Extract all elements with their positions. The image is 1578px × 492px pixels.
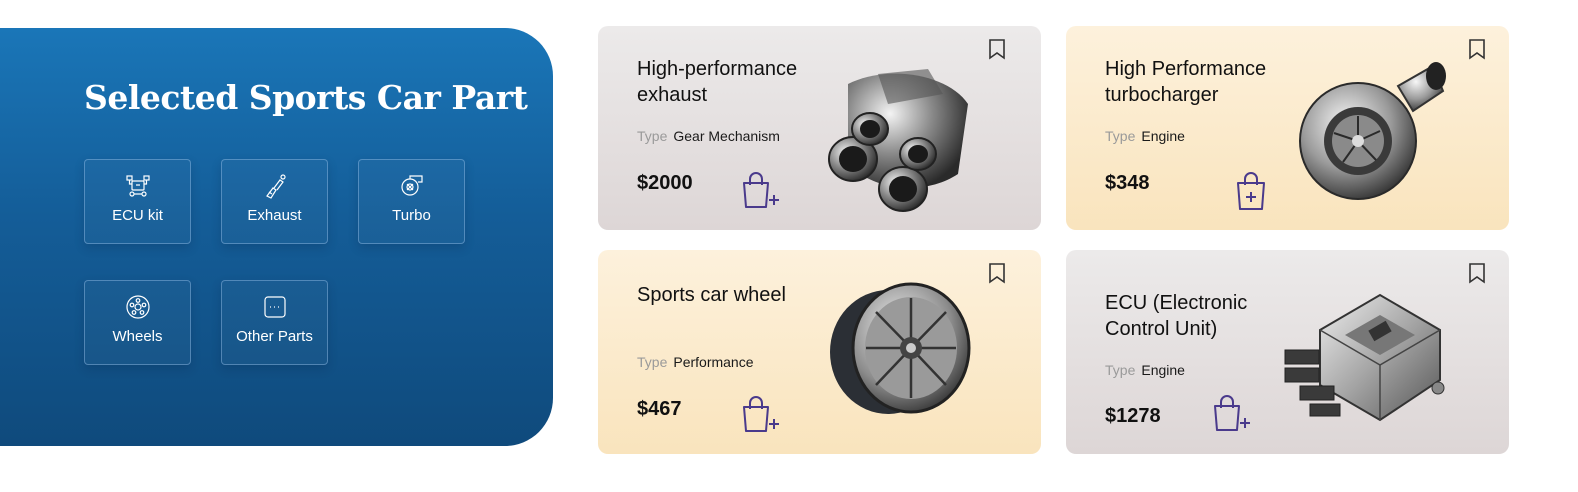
type-label: Type — [1105, 362, 1136, 378]
wheel-icon — [85, 293, 190, 321]
product-type: Type Engine — [1105, 128, 1185, 144]
bookmark-icon[interactable] — [988, 38, 1006, 60]
product-type: Type Engine — [1105, 362, 1185, 378]
product-card-wheel[interactable]: Sports car wheel Type Performance $467 — [598, 250, 1041, 454]
category-label: Turbo — [392, 207, 431, 224]
ecu-image — [1284, 293, 1445, 422]
add-to-cart-icon[interactable] — [740, 395, 784, 435]
category-panel: Selected Sports Car Part ECU kit Exhaust — [0, 28, 553, 446]
category-label: Other Parts — [236, 328, 313, 345]
type-label: Type — [1105, 128, 1136, 144]
product-card-ecu[interactable]: ECU (Electronic Control Unit) Type Engine… — [1066, 250, 1509, 454]
product-price: $467 — [637, 398, 682, 420]
add-to-cart-icon[interactable] — [740, 171, 784, 211]
product-name: ECU (Electronic Control Unit) — [1105, 292, 1248, 340]
type-value: Engine — [1141, 362, 1185, 378]
turbo-icon — [359, 172, 464, 200]
other-parts-icon — [222, 293, 327, 321]
product-price: $1278 — [1105, 405, 1161, 427]
product-card-turbocharger[interactable]: High Performance turbocharger Type Engine… — [1066, 26, 1509, 230]
type-value: Engine — [1141, 128, 1185, 144]
type-value: Gear Mechanism — [673, 128, 780, 144]
category-label: Wheels — [112, 328, 163, 345]
product-type: Type Performance — [637, 354, 754, 370]
panel-title: Selected Sports Car Part — [84, 78, 528, 117]
category-other-parts[interactable]: Other Parts — [221, 280, 328, 365]
product-name: High-performance exhaust — [637, 58, 798, 106]
product-type: Type Gear Mechanism — [637, 128, 780, 144]
add-to-cart-icon[interactable] — [1211, 394, 1255, 434]
category-turbo[interactable]: Turbo — [358, 159, 465, 244]
type-value: Performance — [673, 354, 754, 370]
wheel-image — [830, 282, 971, 414]
type-label: Type — [637, 354, 668, 370]
category-label: ECU kit — [112, 207, 163, 224]
bookmark-icon[interactable] — [988, 262, 1006, 284]
category-ecu-kit[interactable]: ECU kit — [84, 159, 191, 244]
category-exhaust[interactable]: Exhaust — [221, 159, 328, 244]
product-price: $348 — [1105, 172, 1150, 194]
exhaust-image — [828, 69, 968, 212]
product-name: High Performance turbocharger — [1105, 58, 1267, 106]
type-label: Type — [637, 128, 668, 144]
exhaust-icon — [222, 172, 327, 200]
product-name: Sports car wheel — [637, 284, 786, 306]
product-price: $2000 — [637, 172, 693, 194]
bookmark-icon[interactable] — [1468, 38, 1486, 60]
bookmark-icon[interactable] — [1468, 262, 1486, 284]
ecu-kit-icon — [85, 172, 190, 200]
category-wheels[interactable]: Wheels — [84, 280, 191, 365]
turbocharger-image — [1299, 62, 1446, 200]
category-label: Exhaust — [247, 207, 302, 224]
add-to-cart-icon[interactable] — [1232, 171, 1276, 211]
product-card-exhaust[interactable]: High-performance exhaust Type Gear Mechan… — [598, 26, 1041, 230]
